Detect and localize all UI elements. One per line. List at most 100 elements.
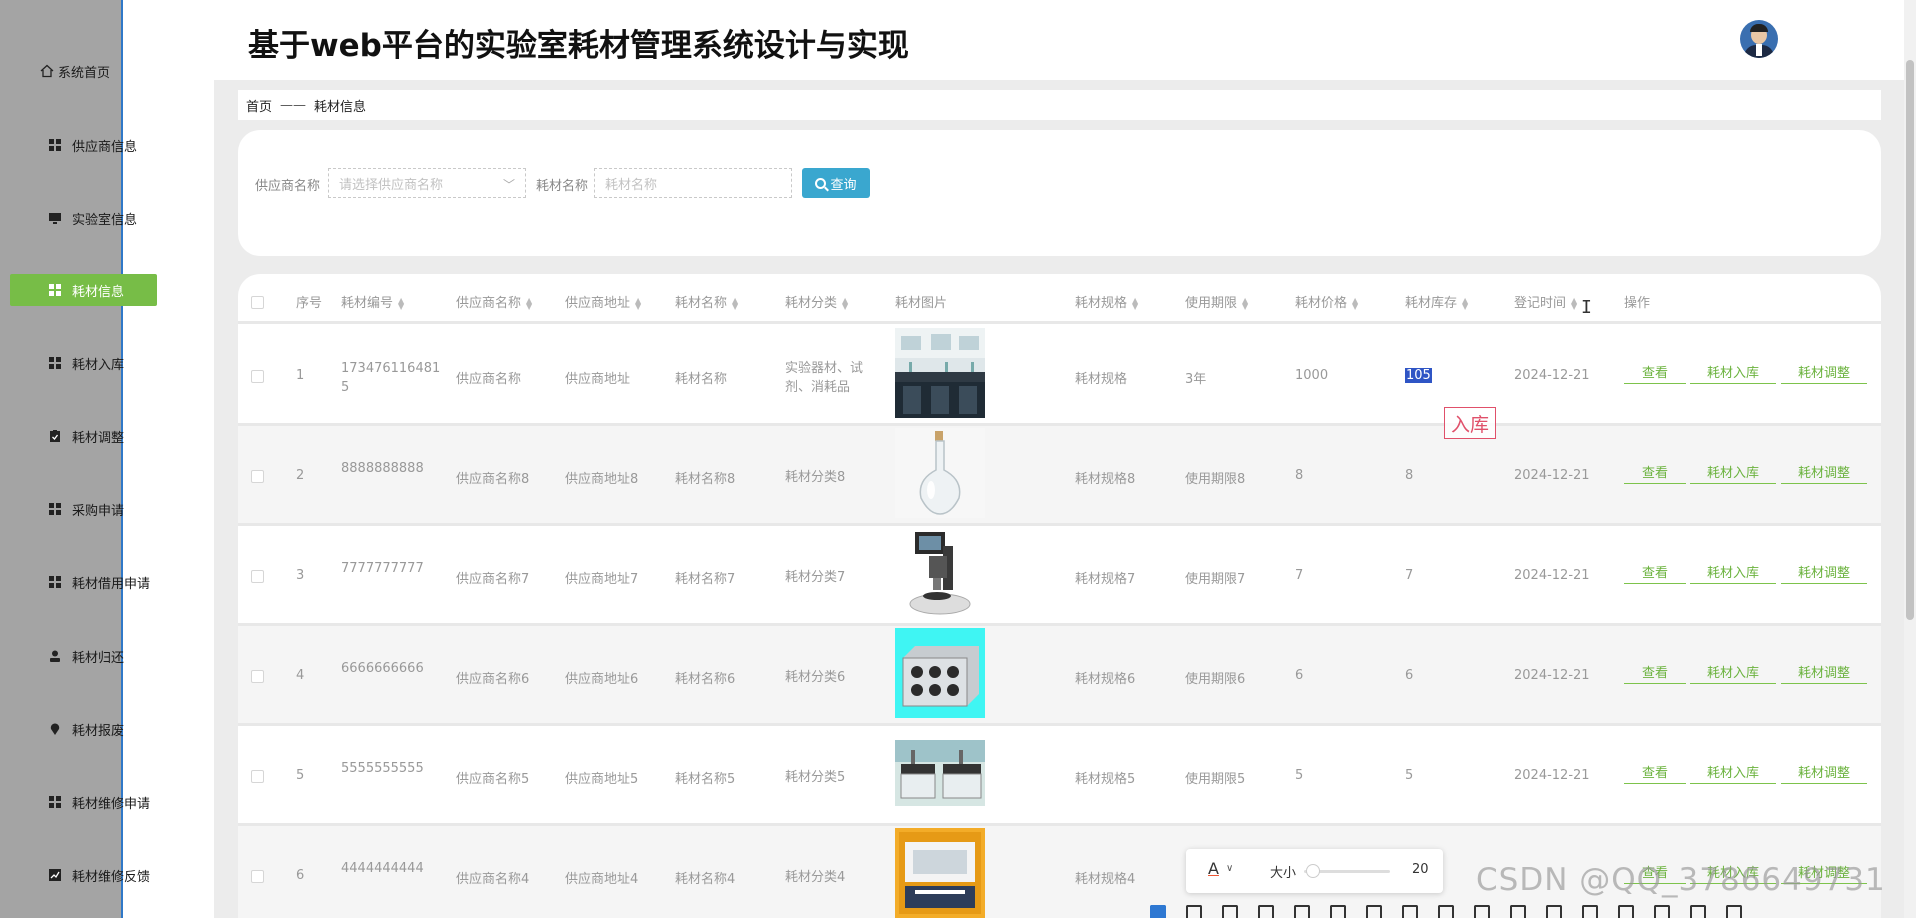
row-checkbox[interactable]	[251, 670, 264, 683]
sidebar-item-12[interactable]: 耗材维修反馈	[10, 859, 157, 891]
material-name-input[interactable]: 耗材名称	[594, 168, 792, 198]
font-color-button[interactable]: A	[1208, 859, 1219, 878]
view-button[interactable]: 查看	[1624, 360, 1686, 384]
sort-icon[interactable]: ▲ ▼	[732, 296, 738, 310]
adjust-button[interactable]: 耗材调整	[1781, 360, 1867, 384]
close-tool-icon[interactable]	[1726, 905, 1742, 918]
sort-icon[interactable]: ▲ ▼	[842, 296, 848, 310]
sort-icon[interactable]: ▲ ▼	[398, 296, 404, 310]
row-checkbox[interactable]	[251, 370, 264, 383]
row-checkbox[interactable]	[251, 770, 264, 783]
text-tool-icon[interactable]	[1294, 905, 1310, 918]
circle-tool-icon[interactable]	[1330, 905, 1346, 918]
sort-icon[interactable]: ▲ ▼	[1132, 296, 1138, 310]
column-header[interactable]: 耗材规格 ▲ ▼	[1075, 292, 1138, 311]
sort-icon[interactable]: ▲ ▼	[1571, 296, 1577, 310]
sidebar-item-11[interactable]: 耗材维修申请	[10, 786, 157, 818]
sidebar-item-label: 耗材信息	[72, 284, 125, 300]
material-image[interactable]	[895, 328, 985, 418]
chevron-down-icon[interactable]: ∨	[1226, 863, 1233, 874]
sidebar-item-3[interactable]: 实验室信息	[10, 202, 157, 234]
sidebar-item-10[interactable]: 耗材报废	[10, 713, 157, 745]
view-button[interactable]: 查看	[1624, 660, 1686, 684]
cell-category: 耗材分类4	[785, 870, 846, 885]
sidebar-item-7[interactable]: 采购申请	[10, 493, 157, 525]
cell-time: 2024-12-21	[1514, 568, 1590, 583]
redo-tool-icon[interactable]	[1654, 905, 1670, 918]
view-button[interactable]: 查看	[1624, 560, 1686, 584]
arrow-tool-icon[interactable]	[1222, 905, 1238, 918]
column-header[interactable]: 耗材分类 ▲ ▼	[785, 292, 848, 311]
pin-tool-icon[interactable]	[1474, 905, 1490, 918]
user-avatar[interactable]	[1740, 20, 1778, 58]
column-header[interactable]: 耗材库存 ▲ ▼	[1405, 292, 1468, 311]
eraser-tool-icon[interactable]	[1438, 905, 1454, 918]
sort-icon[interactable]: ▲ ▼	[1242, 296, 1248, 310]
column-header[interactable]: 使用期限 ▲ ▼	[1185, 292, 1248, 311]
cell-address: 供应商地址7	[565, 572, 639, 587]
download-tool-icon[interactable]	[1690, 905, 1706, 918]
row-checkbox[interactable]	[251, 470, 264, 483]
material-image[interactable]	[895, 628, 985, 718]
column-header[interactable]: 耗材编号 ▲ ▼	[341, 292, 404, 311]
select-all-checkbox[interactable]	[251, 296, 264, 309]
rectangle-tool-icon[interactable]	[1186, 905, 1202, 918]
supplier-select[interactable]: 请选择供应商名称 ﹀	[328, 168, 526, 198]
copy-tool-icon[interactable]	[1546, 905, 1562, 918]
cell-spec: 耗材规格8	[1075, 472, 1136, 487]
material-image[interactable]	[895, 528, 985, 618]
page-scrollbar-thumb[interactable]	[1906, 60, 1914, 620]
column-header[interactable]: 供应商名称 ▲ ▼	[456, 292, 532, 311]
row-checkbox[interactable]	[251, 570, 264, 583]
highlighted-stock-text[interactable]: 105	[1405, 368, 1432, 383]
search-button[interactable]: 查询	[802, 168, 870, 198]
material-image[interactable]	[895, 428, 985, 518]
cell-category: 耗材分类5	[785, 770, 846, 785]
size-slider-handle[interactable]	[1306, 864, 1320, 878]
cell-name: 耗材名称5	[675, 772, 736, 787]
column-header[interactable]: 供应商地址 ▲ ▼	[565, 292, 641, 311]
stock-in-button[interactable]: 耗材入库	[1690, 360, 1776, 384]
sort-icon[interactable]: ▲ ▼	[526, 296, 532, 310]
adjust-button[interactable]: 耗材调整	[1781, 660, 1867, 684]
stock-in-button[interactable]: 耗材入库	[1690, 660, 1776, 684]
sidebar-item-6[interactable]: 耗材调整	[10, 420, 157, 452]
stock-in-button[interactable]: 耗材入库	[1690, 760, 1776, 784]
material-image[interactable]	[895, 728, 985, 818]
column-header[interactable]: 耗材价格 ▲ ▼	[1295, 292, 1358, 311]
cell-no: 5	[296, 768, 305, 783]
material-image[interactable]	[895, 828, 985, 918]
sidebar-item-8[interactable]: 耗材借用申请	[10, 566, 157, 598]
cell-time: 2024-12-21	[1514, 368, 1590, 383]
crop-tool-icon[interactable]	[1582, 905, 1598, 918]
sidebar-item-1[interactable]: 系统首页	[10, 55, 157, 87]
stock-in-button[interactable]: 耗材入库	[1690, 560, 1776, 584]
column-header[interactable]: 耗材名称 ▲ ▼	[675, 292, 738, 311]
pen-tool-icon[interactable]	[1258, 905, 1274, 918]
adjust-button[interactable]: 耗材调整	[1781, 560, 1867, 584]
sidebar-item-5[interactable]: 耗材入库	[10, 347, 157, 379]
undo-tool-icon[interactable]	[1618, 905, 1634, 918]
cell-time: 2024-12-21	[1514, 768, 1590, 783]
number-tool-icon[interactable]	[1402, 905, 1418, 918]
cell-spec: 耗材规格4	[1075, 872, 1136, 887]
sort-icon[interactable]: ▲ ▼	[1352, 296, 1358, 310]
select-tool-icon[interactable]	[1150, 905, 1166, 918]
row-checkbox[interactable]	[251, 870, 264, 883]
save-tool-icon[interactable]	[1510, 905, 1526, 918]
sort-icon[interactable]: ▲ ▼	[1462, 296, 1468, 310]
adjust-button[interactable]: 耗材调整	[1781, 760, 1867, 784]
column-header[interactable]: 登记时间 ▲ ▼	[1514, 292, 1577, 311]
view-button[interactable]: 查看	[1624, 460, 1686, 484]
sidebar-item-4[interactable]: 耗材信息	[10, 274, 157, 306]
cell-category: 耗材分类7	[785, 570, 846, 585]
sort-icon[interactable]: ▲ ▼	[635, 296, 641, 310]
adjust-button[interactable]: 耗材调整	[1781, 460, 1867, 484]
sidebar-item-9[interactable]: 耗材归还	[10, 640, 157, 672]
breadcrumb-home[interactable]: 首页	[246, 96, 272, 115]
sidebar-item-2[interactable]: 供应商信息	[10, 129, 157, 161]
mosaic-tool-icon[interactable]	[1366, 905, 1382, 918]
stock-in-button[interactable]: 耗材入库	[1690, 460, 1776, 484]
view-button[interactable]: 查看	[1624, 760, 1686, 784]
column-header-label: 登记时间	[1514, 296, 1567, 311]
